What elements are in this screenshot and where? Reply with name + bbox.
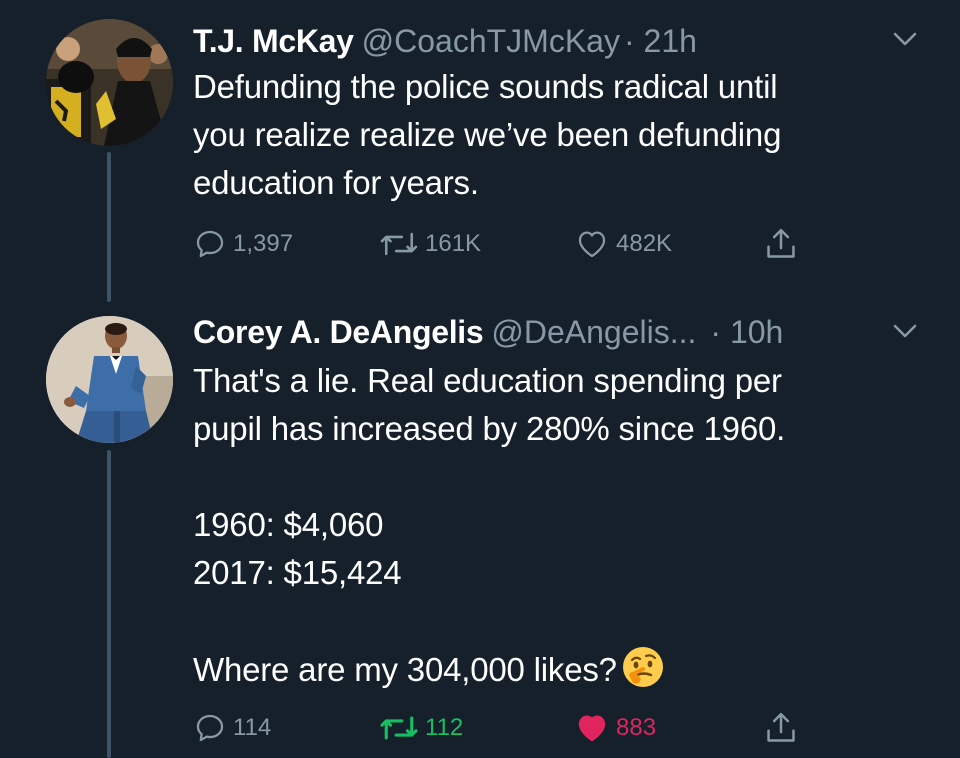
tweet-actions: 1,397 161K 482K <box>193 224 813 264</box>
tweet-text-line: education for years. <box>193 164 479 201</box>
retweet-button[interactable]: 161K <box>379 224 481 264</box>
like-count: 883 <box>616 714 657 741</box>
heart-icon <box>578 231 606 258</box>
avatar-photo-icon <box>46 19 173 146</box>
heart-icon <box>578 715 606 742</box>
chevron-down-icon[interactable] <box>892 30 918 48</box>
reply-bubble-icon <box>196 230 224 258</box>
reply-count: 114 <box>233 714 272 741</box>
tweet-text-blank <box>193 597 913 645</box>
avatar[interactable] <box>46 19 173 146</box>
avatar[interactable] <box>46 316 173 443</box>
reply-bubble-icon <box>196 714 224 742</box>
tweet-text: Defunding the police sounds radical unti… <box>193 63 913 207</box>
tweet-header: T.J. McKay @CoachTJMcKay · 21h <box>193 19 910 63</box>
retweet-arrows-icon <box>380 716 418 740</box>
thread-line-top <box>107 152 111 302</box>
tweet-thread: T.J. McKay @CoachTJMcKay · 21h Defunding t… <box>0 0 960 758</box>
thinking-face-emoji <box>622 647 663 687</box>
tweet-text-last-line: Where are my 304,000 likes? <box>193 645 913 694</box>
tweet-text: That's a lie. Real education spending pe… <box>193 357 913 694</box>
tweet-text-line: pupil has increased by 280% since 1960. <box>193 410 786 447</box>
like-count: 482K <box>616 230 673 257</box>
share-button[interactable] <box>764 224 798 264</box>
tweet-text-line: 1960: $4,060 <box>193 506 384 543</box>
tweet-actions: 114 112 883 <box>193 708 813 748</box>
tweet-text-line: you realize realize we’ve been defunding <box>193 116 782 153</box>
like-button[interactable]: 482K <box>574 224 672 264</box>
handle[interactable]: @DeAngelis... <box>491 314 696 350</box>
like-button[interactable]: 883 <box>574 708 656 748</box>
tweet-text-line: That's a lie. Real education spending pe… <box>193 362 782 399</box>
timestamp[interactable]: · 10h <box>710 314 783 350</box>
retweet-count: 112 <box>425 714 464 741</box>
reply-count: 1,397 <box>233 230 294 257</box>
retweet-button[interactable]: 112 <box>379 708 463 748</box>
timestamp[interactable]: · 21h <box>624 23 697 59</box>
avatar-photo-icon <box>46 316 173 443</box>
handle[interactable]: @CoachTJMcKay <box>362 23 620 59</box>
reply-button[interactable]: 1,397 <box>193 224 293 264</box>
share-button[interactable] <box>764 708 798 748</box>
retweet-count: 161K <box>425 230 482 257</box>
thread-line-bottom <box>107 450 111 758</box>
display-name[interactable]: Corey A. DeAngelis <box>193 314 484 350</box>
retweet-arrows-icon <box>380 232 418 256</box>
share-upload-icon <box>767 228 795 258</box>
tweet-header: Corey A. DeAngelis @DeAngelis... · 10h <box>193 310 910 354</box>
tweet-text-blank <box>193 453 913 501</box>
tweet-text-line: Defunding the police sounds radical unti… <box>193 68 778 105</box>
chevron-down-icon[interactable] <box>892 322 918 340</box>
display-name[interactable]: T.J. McKay <box>193 23 354 59</box>
share-upload-icon <box>767 712 795 742</box>
reply-button[interactable]: 114 <box>193 708 271 748</box>
tweet-text-line: Where are my 304,000 likes? <box>193 651 617 688</box>
tweet-text-line: 2017: $15,424 <box>193 554 402 591</box>
